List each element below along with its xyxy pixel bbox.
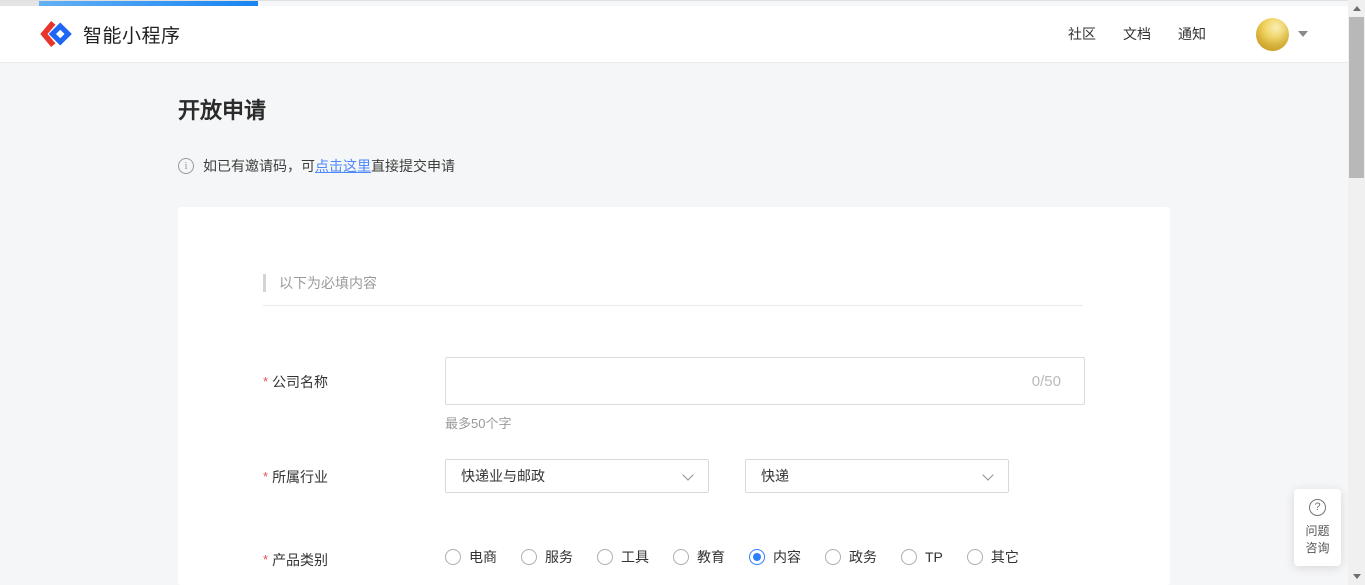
required-asterisk: * xyxy=(263,552,268,567)
nav-item-docs[interactable]: 文档 xyxy=(1123,24,1151,44)
radio-label: TP xyxy=(925,549,943,565)
radio-label: 服务 xyxy=(545,547,573,567)
brand-logo-link[interactable]: 智能小程序 xyxy=(40,20,181,48)
radio-label: 内容 xyxy=(773,547,801,567)
radio-label: 政务 xyxy=(849,547,877,567)
product-category-option[interactable]: TP xyxy=(901,549,943,565)
industry-primary-select[interactable]: 快递业与邮政 xyxy=(445,459,709,493)
industry-label: * 所属行业 xyxy=(263,467,328,487)
header-nav: 社区 文档 通知 xyxy=(1041,18,1308,51)
company-name-input-wrap: 0/50 xyxy=(445,357,1085,405)
radio-icon xyxy=(521,549,537,565)
industry-secondary-value: 快递 xyxy=(761,466,789,486)
product-category-option[interactable]: 教育 xyxy=(673,547,725,567)
triangle-down-icon xyxy=(1353,574,1361,579)
radio-icon xyxy=(901,549,917,565)
radio-label: 工具 xyxy=(621,547,649,567)
notice-prefix: 如已有邀请码，可 xyxy=(203,156,315,176)
application-form-card: 以下为必填内容 * 公司名称 0/50 最多50个字 * 所属行业 快递业与邮政 快… xyxy=(178,207,1170,585)
company-name-input[interactable] xyxy=(445,357,1085,405)
company-name-label: * 公司名称 xyxy=(263,372,328,392)
question-icon: ? xyxy=(1309,499,1326,516)
info-icon: i xyxy=(178,158,194,174)
product-category-options: 电商 服务 工具 教育 内容 政务 TP 其它 xyxy=(445,547,1019,567)
section-bar xyxy=(263,274,266,292)
chevron-down-icon xyxy=(982,469,993,480)
product-category-option[interactable]: 政务 xyxy=(825,547,877,567)
section-title: 以下为必填内容 xyxy=(279,273,377,293)
click-here-link[interactable]: 点击这里 xyxy=(315,156,371,176)
nav-item-community[interactable]: 社区 xyxy=(1068,24,1096,44)
industry-secondary-select[interactable]: 快递 xyxy=(745,459,1009,493)
required-asterisk: * xyxy=(263,374,268,389)
help-line-2: 咨询 xyxy=(1305,540,1329,557)
scroll-up-button[interactable] xyxy=(1348,0,1365,17)
radio-label: 其它 xyxy=(991,547,1019,567)
product-category-option[interactable]: 电商 xyxy=(445,547,497,567)
section-divider xyxy=(263,305,1083,306)
radio-label: 教育 xyxy=(697,547,725,567)
chevron-down-icon xyxy=(682,469,693,480)
triangle-up-icon xyxy=(1353,6,1361,11)
product-category-option[interactable]: 工具 xyxy=(597,547,649,567)
invite-code-notice: i 如已有邀请码，可点击这里直接提交申请 xyxy=(178,156,455,176)
nav-item-notifications[interactable]: 通知 xyxy=(1178,24,1206,44)
radio-icon xyxy=(967,549,983,565)
required-asterisk: * xyxy=(263,469,268,484)
help-widget-button[interactable]: ? 问题 咨询 xyxy=(1294,489,1341,566)
product-category-label: * 产品类别 xyxy=(263,550,328,570)
industry-primary-value: 快递业与邮政 xyxy=(461,466,545,486)
page-title: 开放申请 xyxy=(178,93,266,125)
brand-title: 智能小程序 xyxy=(83,21,181,48)
help-line-1: 问题 xyxy=(1305,523,1329,540)
brand-logo-icon xyxy=(40,20,74,48)
radio-icon xyxy=(597,549,613,565)
radio-icon xyxy=(825,549,841,565)
scrollbar xyxy=(1348,0,1365,585)
section-header: 以下为必填内容 xyxy=(263,273,377,293)
chevron-down-icon[interactable] xyxy=(1298,31,1308,37)
product-category-option[interactable]: 服务 xyxy=(521,547,573,567)
product-category-option[interactable]: 其它 xyxy=(967,547,1019,567)
header: 智能小程序 社区 文档 通知 xyxy=(0,6,1365,63)
radio-icon xyxy=(445,549,461,565)
scroll-down-button[interactable] xyxy=(1348,568,1365,585)
product-category-label-text: 产品类别 xyxy=(272,552,328,568)
radio-label: 电商 xyxy=(469,547,497,567)
avatar[interactable] xyxy=(1256,18,1289,51)
company-name-helper: 最多50个字 xyxy=(445,413,511,432)
company-name-label-text: 公司名称 xyxy=(272,374,328,390)
notice-suffix: 直接提交申请 xyxy=(371,156,455,176)
radio-icon xyxy=(749,549,765,565)
industry-label-text: 所属行业 xyxy=(272,469,328,485)
product-category-option[interactable]: 内容 xyxy=(749,547,801,567)
radio-icon xyxy=(673,549,689,565)
scrollbar-thumb[interactable] xyxy=(1349,17,1364,178)
